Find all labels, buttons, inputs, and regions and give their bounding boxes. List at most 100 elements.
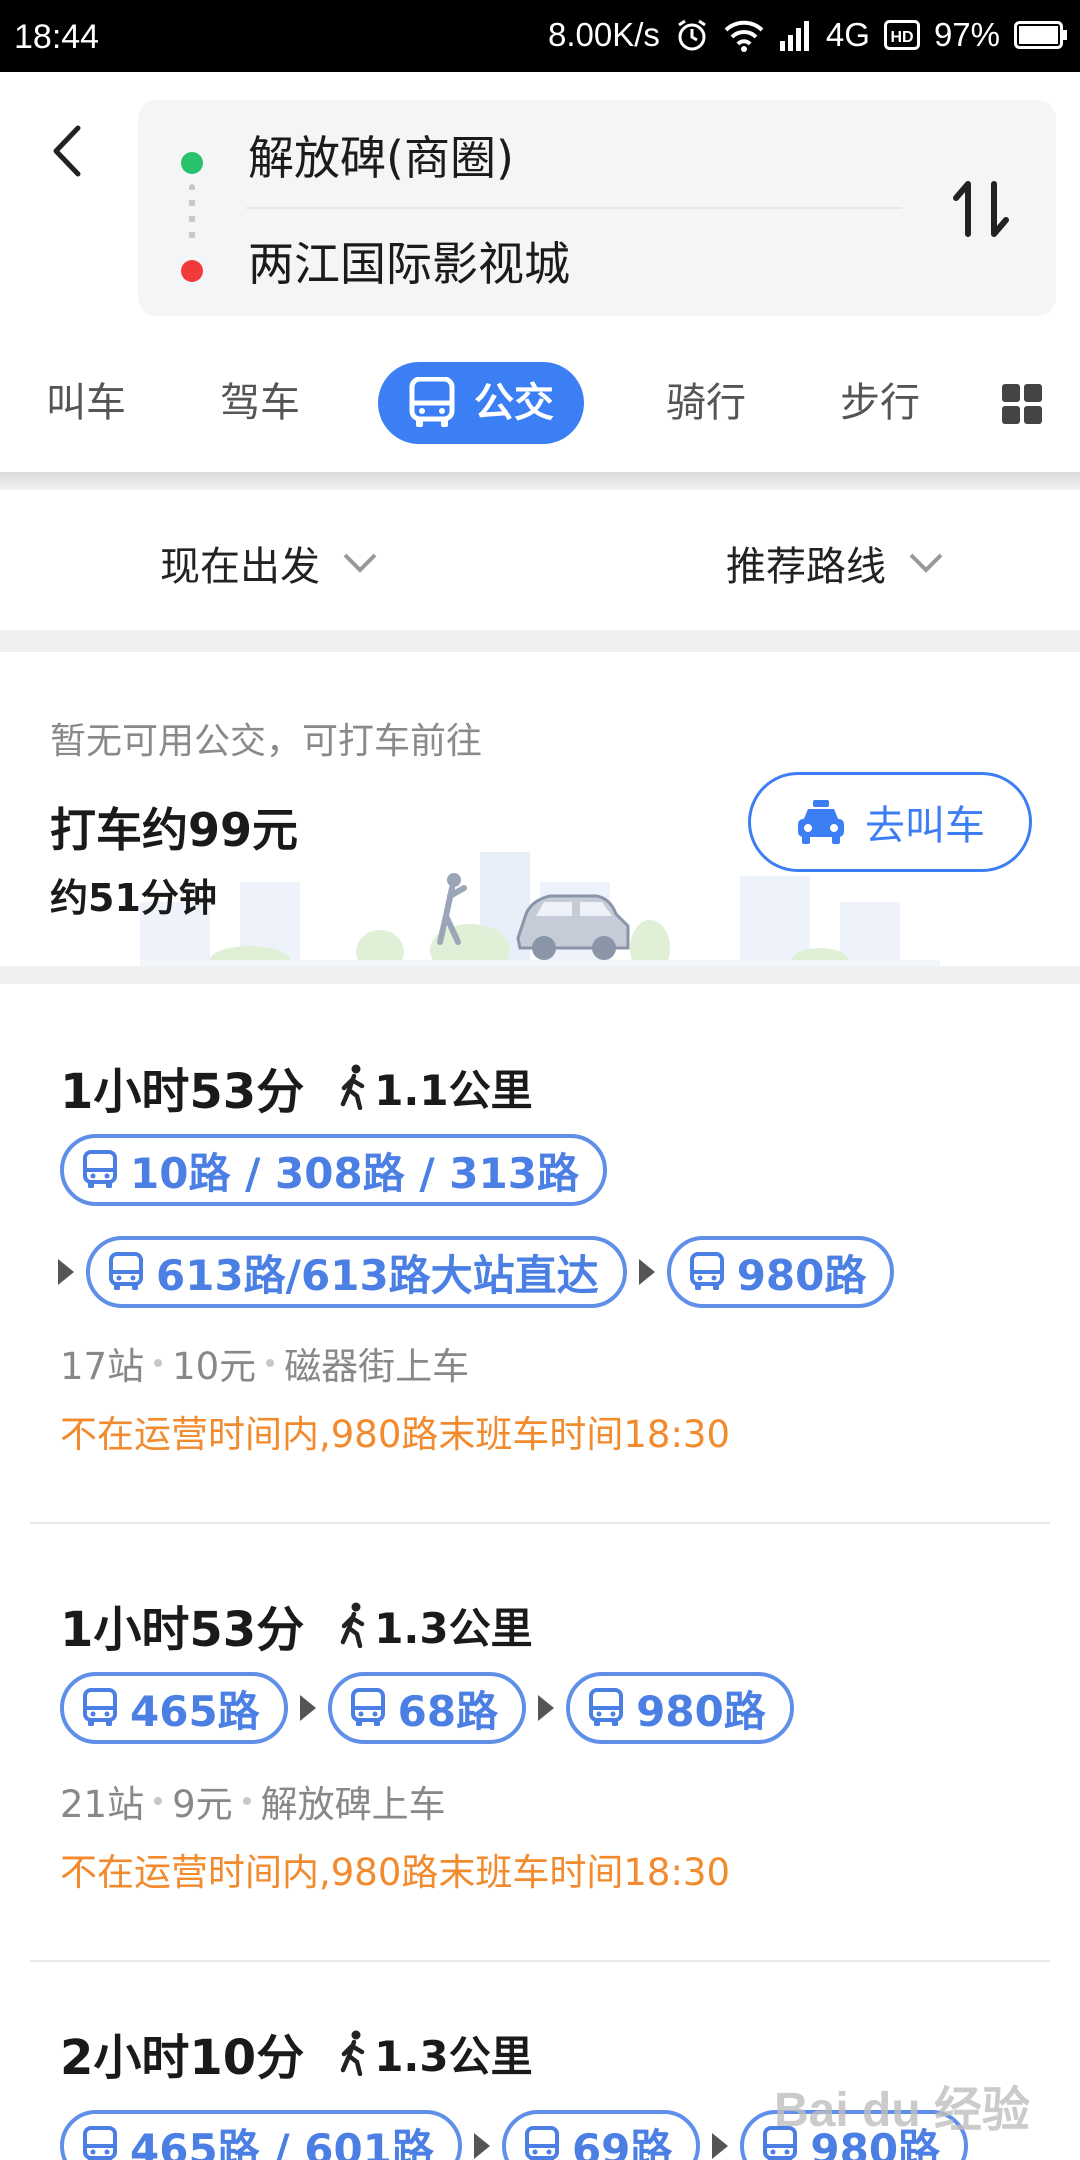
start-dot-icon xyxy=(181,152,203,174)
dotted-connector xyxy=(189,184,195,248)
destination-field[interactable]: 两江国际影视城 xyxy=(248,228,570,294)
transfer-arrow-icon xyxy=(473,2133,490,2159)
taxi-duration: 约51分钟 xyxy=(50,876,217,920)
tab-bike[interactable]: 骑行 xyxy=(666,362,746,444)
bus-line-label: 10路 / 308路 / 313路 xyxy=(130,1148,579,1198)
battery-icon xyxy=(1014,21,1067,49)
bus-lines-row: 465路 68路 980路 xyxy=(60,1672,794,1744)
tab-bus-label: 公交 xyxy=(474,380,554,426)
depart-time-label: 现在出发 xyxy=(160,544,320,590)
tab-bus[interactable]: 公交 xyxy=(378,362,584,444)
chevron-down-icon xyxy=(909,553,943,573)
call-taxi-label: 去叫车 xyxy=(865,803,985,849)
boarding-stop: 解放碑上车 xyxy=(260,1783,446,1826)
bus-line-label: 69路 xyxy=(571,2124,673,2160)
transfer-arrow-icon xyxy=(58,1259,74,1285)
section-gap xyxy=(0,630,1080,652)
route-option-1[interactable]: 1小时53分 1.1公里 10路 / 308路 / 313路 613路/613路… xyxy=(0,984,1080,1524)
separator-dot xyxy=(154,1797,163,1805)
route-header: 解放碑(商圈) 两江国际影视城 叫车 驾车 公交 骑行 步行 xyxy=(0,72,1080,472)
taxi-icon xyxy=(798,800,844,844)
taxi-suggestion-card[interactable]: 暂无可用公交，可打车前往 打车约99元 约51分钟 去叫车 xyxy=(0,652,1080,966)
bus-line-chip[interactable]: 68路 xyxy=(327,1672,527,1744)
bus-line-chip[interactable]: 980路 xyxy=(666,1236,895,1308)
route-summary: 2小时10分 1.3公里 xyxy=(60,2018,533,2088)
section-gap xyxy=(0,966,1080,984)
transfer-arrow-icon xyxy=(538,1695,555,1721)
taxi-price: 打车约99元 xyxy=(50,803,299,857)
chevron-down-icon xyxy=(343,553,377,573)
bus-line-chip[interactable]: 69路 xyxy=(501,2110,701,2160)
more-modes-grid-icon[interactable] xyxy=(1002,384,1042,424)
walking-icon xyxy=(340,1602,365,1648)
battery-percent: 97% xyxy=(933,16,1000,53)
bus-line-label: 465路 / 601路 xyxy=(130,2124,434,2160)
bus-icon xyxy=(589,1688,624,1726)
bus-icon xyxy=(83,1150,117,1188)
bus-line-chip[interactable]: 613路/613路大站直达 xyxy=(86,1236,627,1308)
bus-icon xyxy=(83,1688,117,1726)
stop-count: 17站 xyxy=(60,1345,145,1388)
travel-mode-tabs: 叫车 驾车 公交 骑行 步行 xyxy=(0,362,1080,452)
bus-line-chip[interactable]: 980路 xyxy=(566,1672,794,1744)
walk-distance-value: 1.3公里 xyxy=(374,1603,533,1653)
bus-line-label: 980路 xyxy=(736,1250,867,1300)
status-time: 18:44 xyxy=(14,18,100,56)
route-duration: 1小时53分 xyxy=(60,1602,305,1658)
bus-lines-row: 10路 / 308路 / 313路 xyxy=(60,1134,607,1206)
route-details: 21站 9元 解放碑上车 xyxy=(60,1774,446,1828)
bus-line-chip[interactable]: 465路 xyxy=(60,1672,288,1744)
bus-line-label: 980路 xyxy=(636,1686,766,1736)
swap-icon[interactable] xyxy=(946,170,1016,250)
status-bar: 18:44 8.00K/s 4G HD 97% xyxy=(0,0,1080,72)
bus-icon xyxy=(350,1688,385,1726)
walk-distance: 1.3公里 xyxy=(338,2023,533,2084)
walk-distance: 1.1公里 xyxy=(338,1057,533,1118)
route-input-box: 解放碑(商圈) 两江国际影视城 xyxy=(138,100,1056,316)
service-warning: 不在运营时间内,980路末班车时间18:30 xyxy=(60,1851,731,1894)
transfer-arrow-icon xyxy=(299,1695,316,1721)
call-taxi-button[interactable]: 去叫车 xyxy=(748,772,1032,872)
alarm-icon xyxy=(678,19,706,51)
origin-field[interactable]: 解放碑(商圈) xyxy=(248,122,514,188)
walk-distance-value: 1.3公里 xyxy=(374,2031,533,2081)
bus-icon xyxy=(409,377,455,427)
tab-drive[interactable]: 驾车 xyxy=(220,362,300,444)
bus-icon xyxy=(689,1252,724,1290)
bus-line-label: 613路/613路大站直达 xyxy=(156,1250,599,1300)
no-bus-notice: 暂无可用公交，可打车前往 xyxy=(50,721,483,762)
status-right: 8.00K/s 4G HD 97% xyxy=(548,16,1068,54)
route-details: 17站 10元 磁器街上车 xyxy=(60,1336,469,1390)
separator-dot xyxy=(242,1797,251,1805)
header-shadow xyxy=(0,472,1080,490)
depart-time-dropdown[interactable]: 现在出发 xyxy=(160,534,378,592)
net-speed: 8.00K/s xyxy=(547,16,660,53)
route-sort-dropdown[interactable]: 推荐路线 xyxy=(726,534,944,592)
hd-icon: HD xyxy=(883,20,920,50)
service-warning: 不在运营时间内,980路末班车时间18:30 xyxy=(60,1413,731,1456)
divider xyxy=(246,207,902,209)
bus-lines-row: 613路/613路大站直达 980路 xyxy=(58,1236,895,1308)
bus-line-label: 465路 xyxy=(130,1686,260,1736)
signal-icon xyxy=(779,21,809,51)
back-arrow-icon[interactable] xyxy=(40,116,96,186)
route-option-2[interactable]: 1小时53分 1.3公里 465路 68路 980路 21站 9元 解放碑上车 … xyxy=(0,1524,1080,1964)
wifi-icon xyxy=(724,20,764,52)
network-type: 4G xyxy=(825,16,870,53)
end-dot-icon xyxy=(181,260,203,282)
baidu-jingyan-watermark: Bai du 经验 xyxy=(773,2084,1030,2137)
walk-distance-value: 1.1公里 xyxy=(374,1065,533,1115)
tab-walk[interactable]: 步行 xyxy=(840,362,920,444)
stop-count: 21站 xyxy=(60,1783,145,1826)
bus-icon xyxy=(524,2126,559,2160)
route-duration: 1小时53分 xyxy=(60,1064,305,1120)
bus-line-chip[interactable]: 10路 / 308路 / 313路 xyxy=(60,1134,607,1206)
walking-icon xyxy=(340,2030,365,2076)
transfer-arrow-icon xyxy=(638,1259,655,1285)
svg-text:HD: HD xyxy=(890,29,913,46)
separator-dot xyxy=(266,1359,275,1367)
route-sort-label: 推荐路线 xyxy=(726,544,886,590)
walking-icon xyxy=(340,1064,365,1110)
bus-line-chip[interactable]: 465路 / 601路 xyxy=(60,2110,462,2160)
tab-taxi[interactable]: 叫车 xyxy=(46,362,126,444)
